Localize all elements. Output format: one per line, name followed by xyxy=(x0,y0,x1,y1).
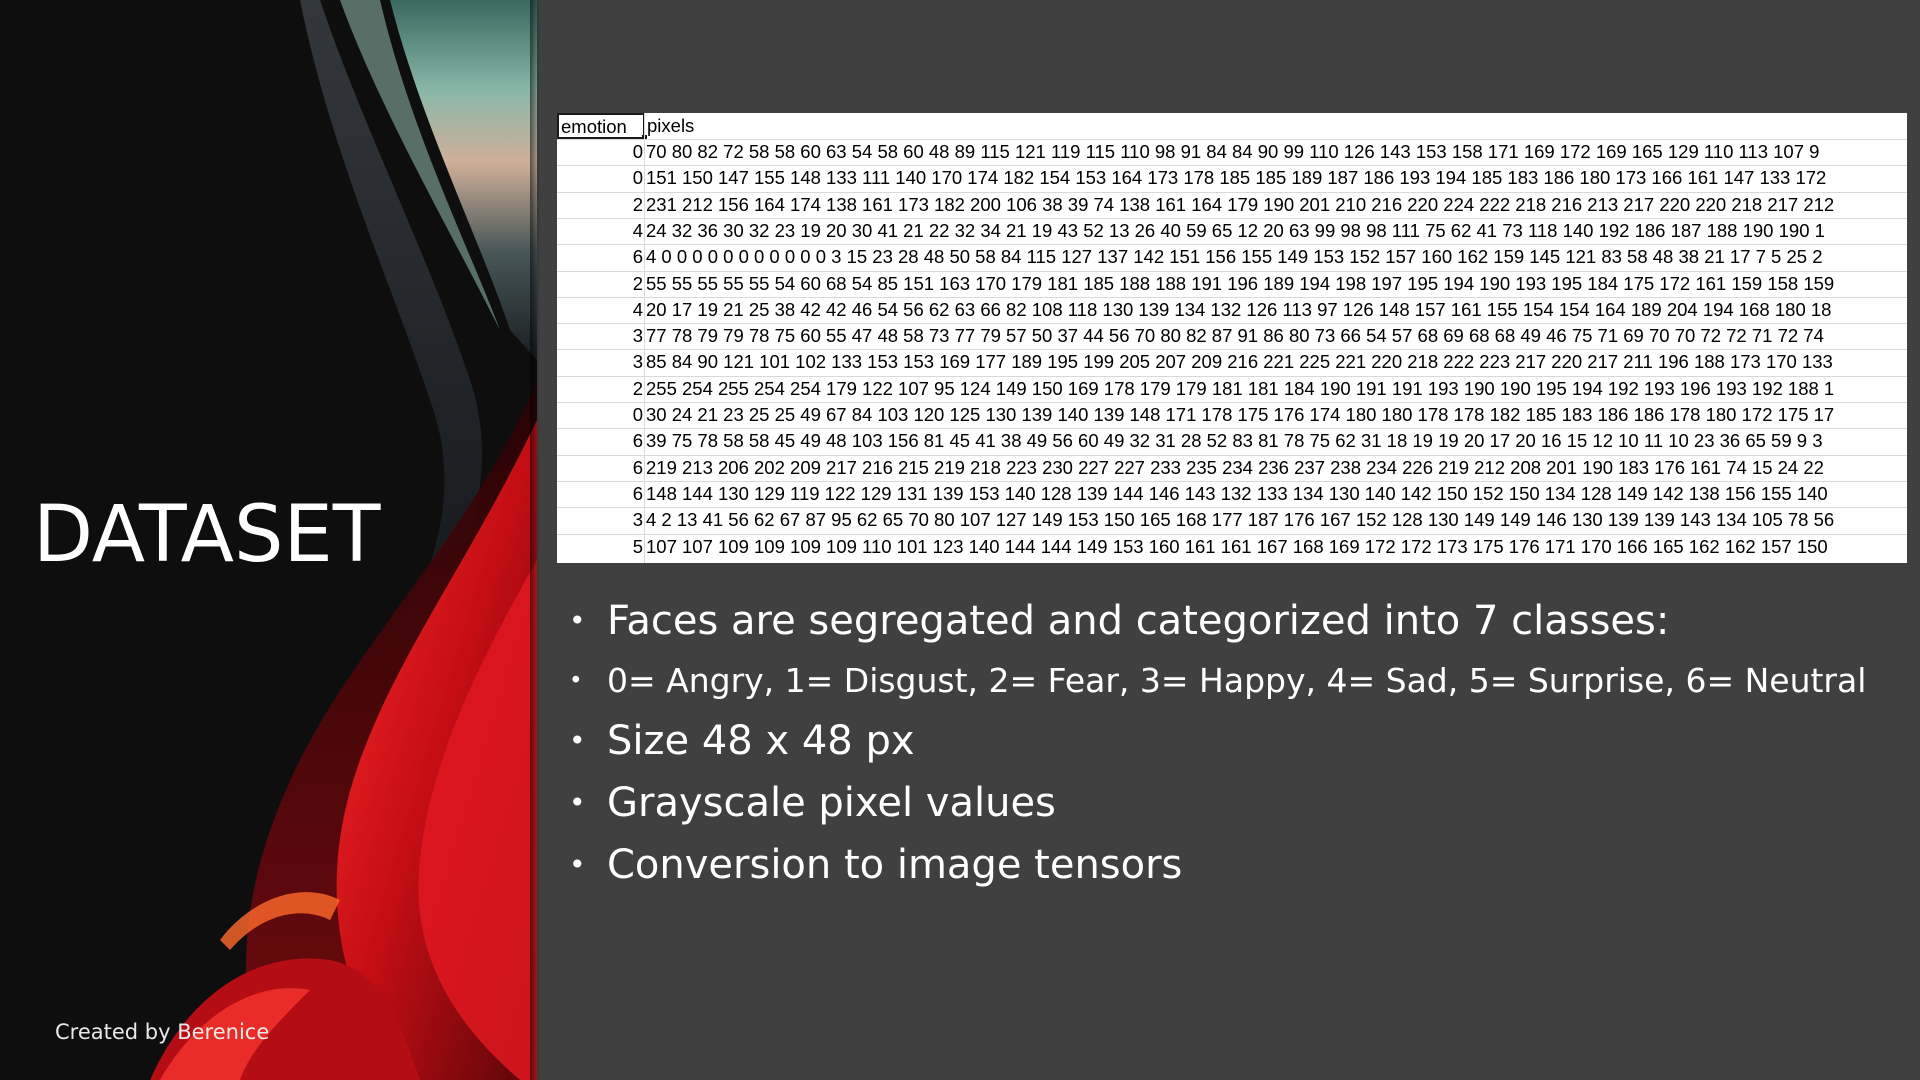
bullet-dot-icon: • xyxy=(569,604,586,637)
emotion-cell: 6 xyxy=(632,246,643,268)
table-row: 4 24 32 36 30 32 23 19 20 30 41 21 22 32 … xyxy=(557,218,1907,244)
pixels-cell: 231 212 156 164 174 138 161 173 182 200 … xyxy=(646,193,1835,215)
bullet-item: • Conversion to image tensors xyxy=(567,834,1907,896)
pixels-cell: 77 78 79 79 78 75 60 55 47 48 58 73 77 7… xyxy=(646,325,1824,347)
table-row: 6 219 213 206 202 209 217 216 215 219 218… xyxy=(557,455,1907,481)
table-row: 0 70 80 82 72 58 58 60 63 54 58 60 48 89 … xyxy=(557,139,1907,165)
pixels-cell: 219 213 206 202 209 217 216 215 219 218 … xyxy=(646,456,1824,478)
pixels-cell: 148 144 130 129 119 122 129 131 139 153 … xyxy=(646,482,1828,504)
pixels-cell: 151 150 147 155 148 133 111 140 170 174 … xyxy=(646,167,1827,189)
emotion-cell: 6 xyxy=(632,430,643,452)
table-row: 2 255 254 255 254 254 179 122 107 95 124 … xyxy=(557,376,1907,402)
emotion-cell: 3 xyxy=(632,509,643,531)
bullet-text: Faces are segregated and categorized int… xyxy=(607,598,1670,644)
emotion-cell: 2 xyxy=(632,193,643,215)
column-header-pixels: pixels xyxy=(647,115,695,136)
bullet-text: 0= Angry, 1= Disgust, 2= Fear, 3= Happy,… xyxy=(607,661,1867,700)
pixels-cell: 255 254 255 254 254 179 122 107 95 124 1… xyxy=(646,377,1835,399)
table-row: 6 148 144 130 129 119 122 129 131 139 153… xyxy=(557,481,1907,507)
emotion-cell: 0 xyxy=(632,141,643,162)
author-credit: Created by Berenice xyxy=(55,1020,270,1044)
slide-title: DATASET xyxy=(33,490,381,580)
emotion-cell: 2 xyxy=(632,272,643,294)
pixels-cell: 85 84 90 121 101 102 133 153 153 169 177… xyxy=(646,351,1833,373)
bullet-dot-icon: • xyxy=(569,724,586,757)
pixels-cell: 20 17 19 21 25 38 42 42 46 54 56 62 63 6… xyxy=(646,298,1832,320)
table-row: 3 77 78 79 79 78 75 60 55 47 48 58 73 77 … xyxy=(557,323,1907,349)
column-header-emotion: emotion xyxy=(557,113,645,139)
bullet-text: Conversion to image tensors xyxy=(607,842,1183,888)
emotion-cell: 4 xyxy=(632,219,643,241)
emotion-cell: 3 xyxy=(632,351,643,373)
emotion-cell: 4 xyxy=(632,298,643,320)
table-row: 3 85 84 90 121 101 102 133 153 153 169 17… xyxy=(557,349,1907,375)
pixels-cell: 4 2 13 41 56 62 67 87 95 62 65 70 80 107… xyxy=(646,509,1835,531)
table-row: 2 55 55 55 55 55 54 60 68 54 85 151 163 1… xyxy=(557,271,1907,297)
table-row: 34 2 13 41 56 62 67 87 95 62 65 70 80 10… xyxy=(557,507,1907,533)
emotion-cell: 0 xyxy=(632,167,643,189)
pixels-cell: 70 80 82 72 58 58 60 63 54 58 60 48 89 1… xyxy=(646,141,1820,162)
bullet-text: Grayscale pixel values xyxy=(607,780,1056,826)
bullet-list: • Faces are segregated and categorized in… xyxy=(567,590,1907,896)
table-row: 5 107 107 109 109 109 109 110 101 123 140… xyxy=(557,534,1907,560)
pixels-cell: 107 107 109 109 109 109 110 101 123 140 … xyxy=(646,535,1828,557)
pixels-cell: 4 0 0 0 0 0 0 0 0 0 0 0 3 15 23 28 48 50… xyxy=(646,246,1823,268)
spreadsheet-screenshot: emotion pixels 0 70 80 82 72 58 58 60 63 … xyxy=(557,113,1907,563)
table-row: 0 30 24 21 23 25 25 49 67 84 103 120 125 … xyxy=(557,402,1907,428)
emotion-cell: 0 xyxy=(632,404,643,425)
emotion-cell: 6 xyxy=(632,456,643,478)
bullet-dot-icon: • xyxy=(569,848,586,881)
pixels-cell: 24 32 36 30 32 23 19 20 30 41 21 22 32 3… xyxy=(646,219,1825,241)
pixels-cell: 55 55 55 55 55 54 60 68 54 85 151 163 17… xyxy=(646,272,1835,294)
table-row: 6 39 75 78 58 58 45 49 48 103 156 81 45 4… xyxy=(557,428,1907,454)
bullet-dot-icon: • xyxy=(569,668,583,694)
emotion-cell: 2 xyxy=(632,377,643,399)
table-row: 64 0 0 0 0 0 0 0 0 0 0 0 3 15 23 28 48 5… xyxy=(557,244,1907,270)
pixels-cell: 30 24 21 23 25 25 49 67 84 103 120 125 1… xyxy=(646,404,1835,425)
bullet-item: • Faces are segregated and categorized in… xyxy=(567,590,1907,652)
emotion-cell: 6 xyxy=(632,482,643,504)
table-row: 4 20 17 19 21 25 38 42 42 46 54 56 62 63 … xyxy=(557,297,1907,323)
bullet-item: • Size 48 x 48 px xyxy=(567,710,1907,772)
bullet-text: Size 48 x 48 px xyxy=(607,718,915,764)
panel-shadow xyxy=(530,0,540,1080)
table-row: 2 231 212 156 164 174 138 161 173 182 200… xyxy=(557,192,1907,218)
bullet-item: • Grayscale pixel values xyxy=(567,772,1907,834)
table-row: 0 151 150 147 155 148 133 111 140 170 174… xyxy=(557,165,1907,191)
bullet-dot-icon: • xyxy=(569,786,586,819)
emotion-cell: 5 xyxy=(632,535,643,557)
bullet-item: • 0= Angry, 1= Disgust, 2= Fear, 3= Happy… xyxy=(567,652,1907,710)
pixels-cell: 39 75 78 58 58 45 49 48 103 156 81 45 41… xyxy=(646,430,1823,452)
emotion-cell: 3 xyxy=(632,325,643,347)
